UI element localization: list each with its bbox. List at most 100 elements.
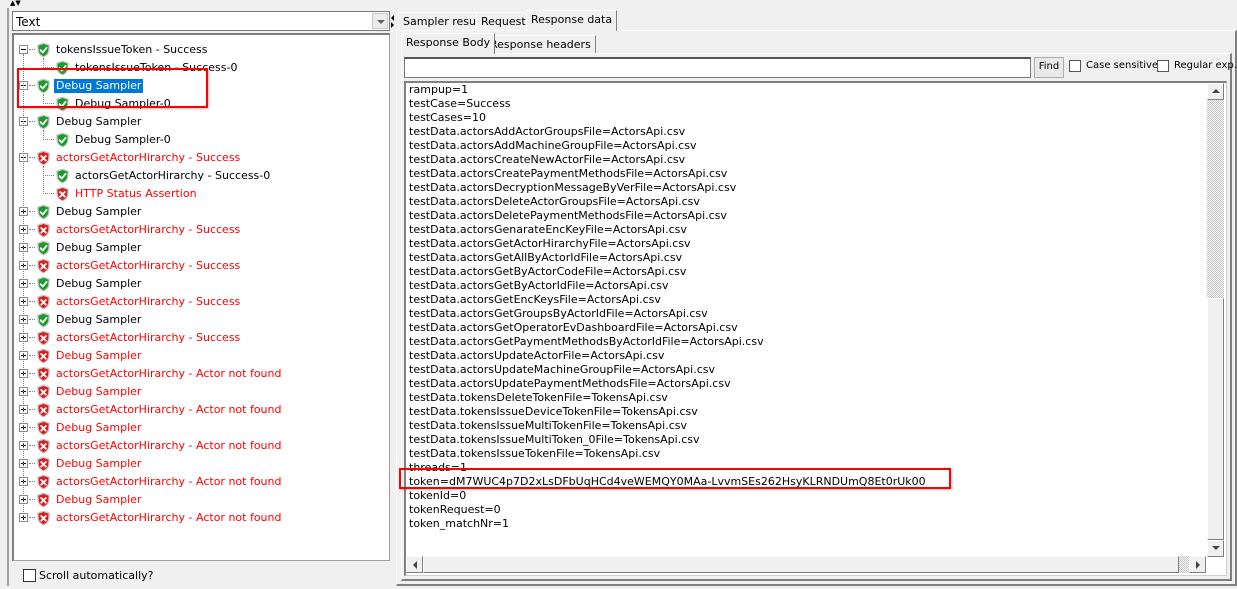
tree-node[interactable]: actorsGetActorHirarchy - Success bbox=[14, 149, 389, 167]
scroll-right-button[interactable] bbox=[1189, 556, 1206, 573]
tree-node[interactable]: tokensIssueToken - Success bbox=[14, 41, 389, 59]
response-line: testData.actorsGetByActorIdFile=ActorsAp… bbox=[409, 279, 669, 292]
tree-node[interactable]: Debug Sampler bbox=[14, 419, 389, 437]
success-shield-icon bbox=[55, 60, 70, 76]
search-input[interactable] bbox=[404, 57, 1031, 78]
tree-node-label: Debug Sampler bbox=[56, 313, 142, 326]
tree-connector bbox=[29, 427, 35, 428]
response-line: testData.tokensIssueMultiToken_0File=Tok… bbox=[409, 433, 700, 446]
scroll-automatically-label: Scroll automatically? bbox=[39, 569, 154, 582]
tree-node[interactable]: actorsGetActorHirarchy - Success bbox=[14, 293, 389, 311]
tree-child-connector bbox=[43, 58, 44, 68]
tree-node-label: Debug Sampler bbox=[54, 79, 144, 93]
checkbox[interactable] bbox=[23, 569, 36, 582]
tree-node[interactable]: Debug Sampler bbox=[14, 113, 389, 131]
tree-node-label: tokensIssueToken - Success-0 bbox=[75, 61, 238, 74]
tree-node[interactable]: actorsGetActorHirarchy - Actor not found bbox=[14, 473, 389, 491]
response-line: testData.actorsGetActorHirarchyFile=Acto… bbox=[409, 237, 691, 250]
tree-node[interactable]: Debug Sampler bbox=[14, 77, 389, 95]
success-shield-icon bbox=[55, 168, 70, 184]
tree-child-node[interactable]: HTTP Status Assertion bbox=[14, 185, 389, 203]
vertical-scrollbar[interactable] bbox=[1207, 83, 1224, 557]
tree-connector bbox=[43, 67, 54, 68]
scroll-left-button[interactable] bbox=[406, 556, 423, 573]
results-tree[interactable]: tokensIssueToken - Success tokensIssueTok… bbox=[12, 33, 390, 561]
checkbox[interactable] bbox=[1157, 60, 1169, 72]
tree-node[interactable]: Debug Sampler bbox=[14, 347, 389, 365]
tree-node[interactable]: Debug Sampler bbox=[14, 203, 389, 221]
tab-request[interactable]: Request bbox=[476, 12, 531, 30]
response-line: testData.actorsDeleteActorGroupsFile=Act… bbox=[409, 195, 700, 208]
scroll-thumb[interactable] bbox=[1207, 298, 1224, 540]
arrow-left-icon bbox=[413, 561, 417, 569]
tree-connector bbox=[43, 139, 54, 140]
tree-node[interactable]: actorsGetActorHirarchy - Actor not found bbox=[14, 401, 389, 419]
tree-node[interactable]: actorsGetActorHirarchy - Actor not found bbox=[14, 365, 389, 383]
failure-shield-icon bbox=[36, 330, 51, 346]
horizontal-scrollbar[interactable] bbox=[406, 556, 1206, 573]
tree-connector bbox=[29, 373, 35, 374]
tab-sampler-result[interactable]: Sampler result bbox=[398, 12, 489, 30]
tree-node[interactable]: Debug Sampler bbox=[14, 239, 389, 257]
success-shield-icon bbox=[36, 204, 51, 220]
response-line: testData.actorsDecryptionMessageByVerFil… bbox=[409, 181, 737, 194]
tree-node[interactable]: actorsGetActorHirarchy - Actor not found bbox=[14, 509, 389, 527]
tree-child-node[interactable]: Debug Sampler-0 bbox=[14, 131, 389, 149]
success-shield-icon bbox=[36, 240, 51, 256]
tree-child-node[interactable]: tokensIssueToken - Success-0 bbox=[14, 59, 389, 77]
tree-node[interactable]: Debug Sampler bbox=[14, 455, 389, 473]
tree-connector bbox=[29, 211, 35, 212]
failure-shield-icon bbox=[36, 420, 51, 436]
tree-node-label: actorsGetActorHirarchy - Actor not found bbox=[56, 475, 282, 488]
response-line: testData.actorsDeletePaymentMethodsFile=… bbox=[409, 209, 727, 222]
response-data-pane: Find Case sensitive Regular exp. rampup=… bbox=[396, 30, 1237, 586]
tree-node[interactable]: actorsGetActorHirarchy - Success bbox=[14, 221, 389, 239]
renderer-select[interactable]: Text bbox=[12, 11, 390, 31]
tree-node[interactable]: Debug Sampler bbox=[14, 311, 389, 329]
tree-connector bbox=[29, 517, 35, 518]
tree-node-label: Debug Sampler bbox=[56, 421, 142, 434]
response-line: testData.actorsUpdateActorFile=ActorsApi… bbox=[409, 349, 665, 362]
tree-node[interactable]: actorsGetActorHirarchy - Actor not found bbox=[14, 437, 389, 455]
splitter-collapse-arrows[interactable]: ▲▼ bbox=[10, 0, 21, 7]
chevron-down-icon[interactable] bbox=[372, 13, 388, 29]
tree-connector bbox=[29, 337, 35, 338]
subtab-response-body[interactable]: Response Body bbox=[401, 33, 496, 54]
tree-connector bbox=[29, 319, 35, 320]
response-line: testData.actorsUpdateMachineGroupFile=Ac… bbox=[409, 363, 715, 376]
subtab-response-headers[interactable]: Response headers bbox=[485, 35, 596, 53]
tree-node[interactable]: Debug Sampler bbox=[14, 383, 389, 401]
response-line: testData.actorsGetOperatorEvDashboardFil… bbox=[409, 321, 738, 334]
tree-connector bbox=[29, 49, 35, 50]
checkbox[interactable] bbox=[1069, 60, 1081, 72]
tree-connector bbox=[29, 157, 35, 158]
tree-node[interactable]: actorsGetActorHirarchy - Success bbox=[14, 257, 389, 275]
response-line: token=dM7WUC4p7D2xLsDFbUqHCd4veWEMQY0MAa… bbox=[409, 475, 926, 488]
tree-child-node[interactable]: Debug Sampler-0 bbox=[14, 95, 389, 113]
tree-node-label: actorsGetActorHirarchy - Success bbox=[56, 331, 241, 344]
collapse-icon[interactable] bbox=[19, 45, 28, 54]
response-line: tokenRequest=0 bbox=[409, 503, 501, 516]
tree-node[interactable]: Debug Sampler bbox=[14, 491, 389, 509]
response-body-text[interactable]: rampup=1 testCase=Success testCases=10 test… bbox=[404, 81, 1227, 576]
tree-node-label: Debug Sampler bbox=[56, 385, 142, 398]
success-shield-icon bbox=[55, 96, 70, 112]
tree-connector bbox=[29, 355, 35, 356]
collapse-right-icon[interactable] bbox=[391, 22, 394, 28]
tree-node[interactable]: Debug Sampler bbox=[14, 275, 389, 293]
tab-response-data[interactable]: Response data bbox=[526, 10, 618, 31]
find-button[interactable]: Find bbox=[1034, 57, 1064, 78]
tree-child-node[interactable]: actorsGetActorHirarchy - Success-0 bbox=[14, 167, 389, 185]
response-line: rampup=1 bbox=[409, 83, 469, 96]
tree-node[interactable]: actorsGetActorHirarchy - Success bbox=[14, 329, 389, 347]
tree-child-connector bbox=[43, 166, 44, 194]
h-scroll-thumb[interactable] bbox=[423, 556, 1179, 573]
scroll-down-button[interactable] bbox=[1207, 540, 1224, 557]
tree-connector bbox=[43, 103, 54, 104]
tree-node-label: Debug Sampler bbox=[56, 349, 142, 362]
response-line: testData.actorsGetPaymentMethodsByActorI… bbox=[409, 335, 764, 348]
collapse-left-icon[interactable] bbox=[391, 15, 394, 21]
tree-connector bbox=[29, 283, 35, 284]
h-scroll-track[interactable] bbox=[1179, 556, 1189, 573]
scroll-up-button[interactable] bbox=[1207, 83, 1224, 100]
